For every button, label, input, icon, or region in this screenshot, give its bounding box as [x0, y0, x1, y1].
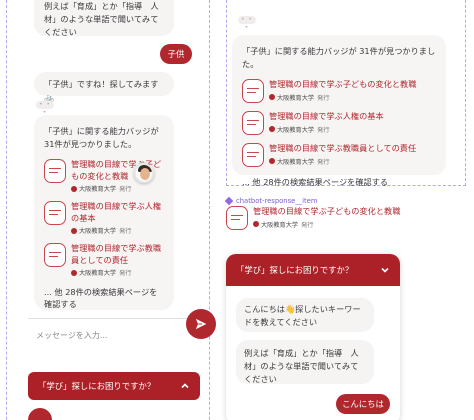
bot-greeting: こんにちは👋探したいキーワードを教えてください — [236, 298, 374, 332]
result-title[interactable]: 管理職の目線で学ぶ教職員としての責任 — [269, 143, 436, 155]
response-item[interactable]: 管理職の目線で学ぶ子どもの変化と教職 大阪教育大学 発行 — [226, 206, 426, 230]
result-intro: 「子供」に関する能力バッジが 31件が見つかりました。 — [242, 46, 436, 69]
result-issuer: 大阪教育大学 発行 — [253, 220, 426, 229]
bot-message-example: 例えば「育成」とか「指導 人材」のような単語で聞いてみてください — [34, 0, 174, 37]
badge-icon — [44, 159, 66, 183]
result-title[interactable]: 管理職の目線で学ぶ子どもの変化と教職 — [269, 79, 436, 91]
badge-icon — [44, 201, 66, 225]
result-issuer: 大阪教育大学 発行 — [269, 93, 436, 102]
user-message: こんにちは — [336, 394, 390, 414]
message-input[interactable]: メッセージを入力... — [36, 330, 107, 341]
result-item[interactable]: 管理職の目線で学ぶ人権の基本 大阪教育大学 発行 — [242, 111, 436, 135]
chevron-up-icon[interactable] — [180, 381, 190, 391]
typing-indicator: • • • — [238, 16, 256, 31]
send-button[interactable] — [186, 309, 216, 339]
result-item[interactable]: 管理職の目線で学ぶ教職員としての責任 大阪教育大学 発行 — [242, 143, 436, 167]
issuer-logo-icon — [269, 126, 275, 132]
result-issuer: 大阪教育大学 発行 — [269, 125, 436, 134]
issuer-logo-icon — [269, 94, 275, 100]
result-item[interactable]: 管理職の目線で学ぶ人権の基本 大阪教育大学 発行 — [44, 201, 164, 235]
user-message: 子供 — [160, 44, 192, 64]
result-intro: 「子供」に関する能力バッジが 31件が見つかりました。 — [44, 126, 159, 149]
more-results-link[interactable]: ... 他 28件の検索結果ページを確認する — [44, 286, 164, 310]
typing-indicator: • • • — [36, 101, 54, 116]
badge-icon — [242, 143, 264, 167]
chat-header-title: 「学び」探しにお困りですか？ — [38, 381, 156, 391]
badge-icon — [44, 243, 66, 267]
result-title[interactable]: 管理職の目線で学ぶ人権の基本 — [269, 111, 436, 123]
result-issuer: 大阪教育大学 発行 — [71, 268, 164, 277]
issuer-logo-icon — [253, 221, 259, 227]
chat-header-title: 「学び」探しにお困りですか？ — [236, 265, 354, 275]
result-card-right: 「子供」に関する能力バッジが 31件が見つかりました。 管理職の目線で学ぶ子ども… — [232, 35, 446, 187]
issuer-logo-icon — [71, 269, 77, 276]
send-icon — [195, 318, 207, 330]
bot-message-example: 例えば「育成」とか「指導 人材」のような単語で聞いてみてください — [236, 340, 374, 384]
result-issuer: 大阪教育大学 発行 — [71, 184, 164, 193]
result-item[interactable]: 管理職の目線で学ぶ教職員としての責任 大阪教育大学 発行 — [44, 243, 164, 277]
badge-icon — [242, 79, 264, 103]
component-diamond-icon — [224, 196, 234, 206]
component-label: chatbot-response__item — [224, 196, 318, 206]
canvas: 例えば「育成」とか「指導 人材」のような単語で聞いてみてください 子供 「子供」… — [0, 0, 474, 420]
badge-icon — [226, 206, 248, 230]
result-title[interactable]: 管理職の目線で学ぶ子どもの変化と教職 — [253, 206, 426, 218]
result-title[interactable]: 管理職の目線で学ぶ人権の基本 — [71, 201, 164, 224]
issuer-logo-icon — [71, 227, 77, 234]
bot-reply: 「子供」ですね！探してみます🚲 — [34, 72, 174, 102]
result-issuer: 大阪教育大学 発行 — [71, 226, 164, 235]
issuer-logo-icon — [269, 158, 275, 164]
chat-header-left[interactable]: 「学び」探しにお困りですか？ — [28, 372, 200, 400]
badge-icon — [242, 111, 264, 135]
result-card: 「子供」に関する能力バッジが 31件が見つかりました。 管理職の目線で学ぶ子ども… — [34, 115, 174, 310]
result-title[interactable]: 管理職の目線で学ぶ教職員としての責任 — [71, 243, 164, 266]
chevron-down-icon[interactable] — [380, 265, 390, 275]
result-item[interactable]: 管理職の目線で学ぶ子どもの変化と教職 大阪教育大学 発行 — [242, 79, 436, 103]
chat-header-right[interactable]: 「学び」探しにお困りですか？ — [226, 254, 400, 286]
more-results-link[interactable]: ... 他 28件の検索結果ページを確認する — [242, 176, 436, 188]
avatar — [134, 163, 154, 183]
result-issuer: 大阪教育大学 発行 — [269, 157, 436, 166]
issuer-logo-icon — [71, 185, 77, 192]
